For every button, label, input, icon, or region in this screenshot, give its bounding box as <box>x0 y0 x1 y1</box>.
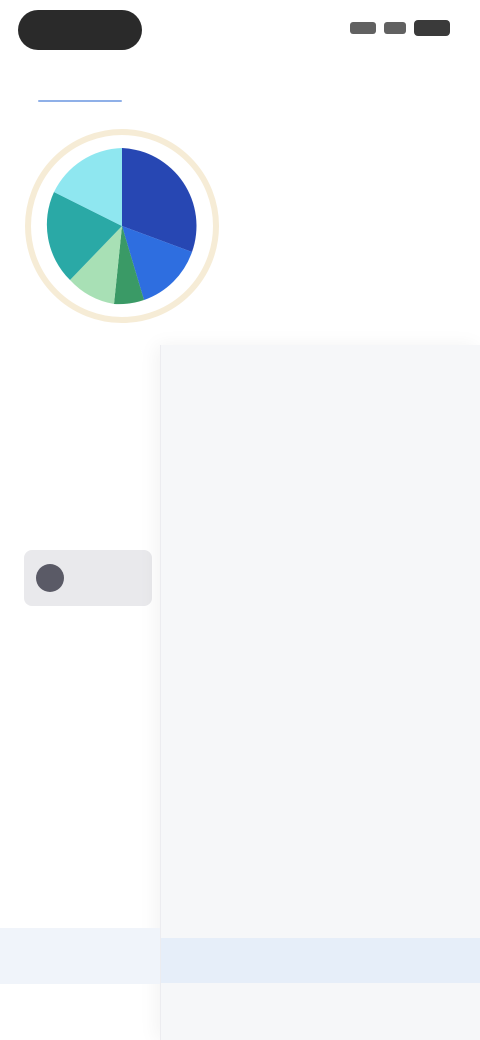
top-tabs <box>0 60 480 110</box>
pie-chart-svg <box>25 129 219 323</box>
tab-second[interactable] <box>205 74 285 96</box>
dropdown-item[interactable] <box>161 488 480 533</box>
battery-icon <box>414 20 450 36</box>
status-bar <box>0 0 480 60</box>
dropdown-item[interactable] <box>161 713 480 758</box>
app-screen <box>0 0 480 1040</box>
dropdown-list <box>161 443 480 1028</box>
avatar-icon <box>36 564 64 592</box>
pie-chart <box>24 128 220 324</box>
bottom-bar <box>0 928 160 984</box>
dropdown-item[interactable] <box>161 983 480 1028</box>
dropdown-panel <box>160 345 480 1040</box>
signal-icon <box>350 22 376 34</box>
dropdown-item[interactable] <box>161 848 480 893</box>
dropdown-item[interactable] <box>161 623 480 668</box>
dropdown-item[interactable] <box>161 533 480 578</box>
dropdown-item[interactable] <box>161 893 480 938</box>
dropdown-item[interactable] <box>161 803 480 848</box>
status-icons <box>350 20 450 36</box>
dropdown-item[interactable] <box>161 758 480 803</box>
summary-panel <box>0 360 180 640</box>
dropdown-item[interactable] <box>161 443 480 488</box>
dropdown-item[interactable] <box>161 578 480 623</box>
summary-card[interactable] <box>24 550 152 606</box>
wifi-icon <box>384 22 406 34</box>
dropdown-item[interactable] <box>161 938 480 983</box>
status-time-pill <box>18 10 142 50</box>
dropdown-item[interactable] <box>161 668 480 713</box>
tab-first[interactable] <box>38 74 122 102</box>
